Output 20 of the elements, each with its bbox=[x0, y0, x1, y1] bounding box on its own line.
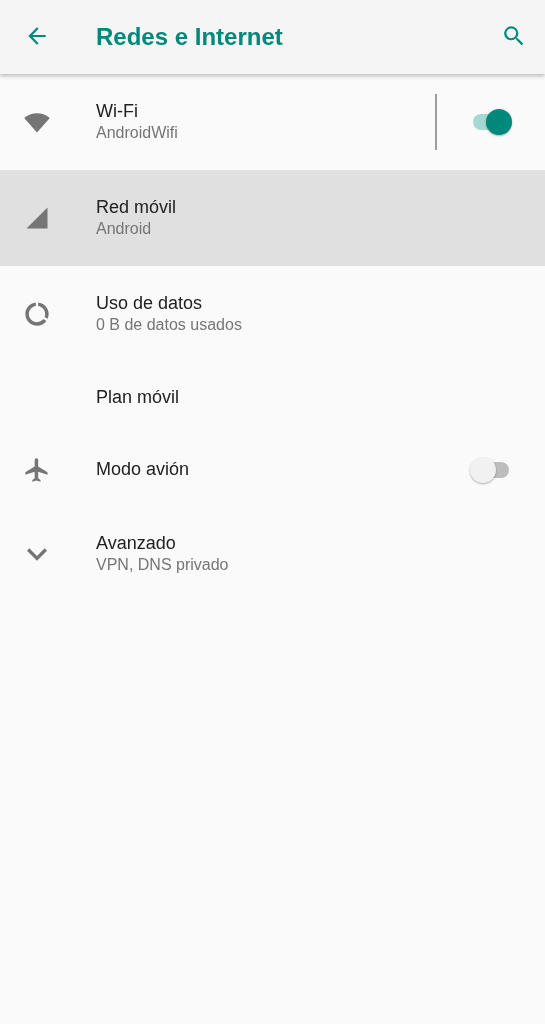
row-title: Red móvil bbox=[96, 195, 178, 219]
row-title: Avanzado bbox=[96, 531, 177, 555]
row-title: Wi-Fi bbox=[96, 99, 139, 123]
airplane-icon bbox=[23, 456, 51, 484]
chevron-down-icon bbox=[27, 547, 47, 561]
settings-row[interactable]: Wi-Fi AndroidWifi bbox=[0, 74, 545, 170]
settings-row[interactable]: Modo avión bbox=[0, 434, 545, 506]
settings-row[interactable]: Uso de datos 0 B de datos usados bbox=[0, 266, 545, 362]
row-subtitle: Android bbox=[96, 219, 153, 240]
row-title: Uso de datos bbox=[96, 291, 204, 315]
row-subtitle: VPN, DNS privado bbox=[96, 555, 230, 576]
row-subtitle: AndroidWifi bbox=[96, 123, 179, 144]
settings-row[interactable]: Plan móvil bbox=[0, 362, 545, 434]
row-subtitle: 0 B de datos usados bbox=[96, 315, 243, 336]
settings-row[interactable]: Avanzado VPN, DNS privado bbox=[0, 506, 545, 602]
screen-title: Redes e Internet bbox=[96, 22, 283, 52]
data-usage-icon bbox=[23, 300, 51, 328]
settings-row[interactable]: Red móvil Android bbox=[0, 170, 545, 266]
row-title: Modo avión bbox=[96, 458, 191, 482]
row-title: Plan móvil bbox=[96, 386, 181, 410]
